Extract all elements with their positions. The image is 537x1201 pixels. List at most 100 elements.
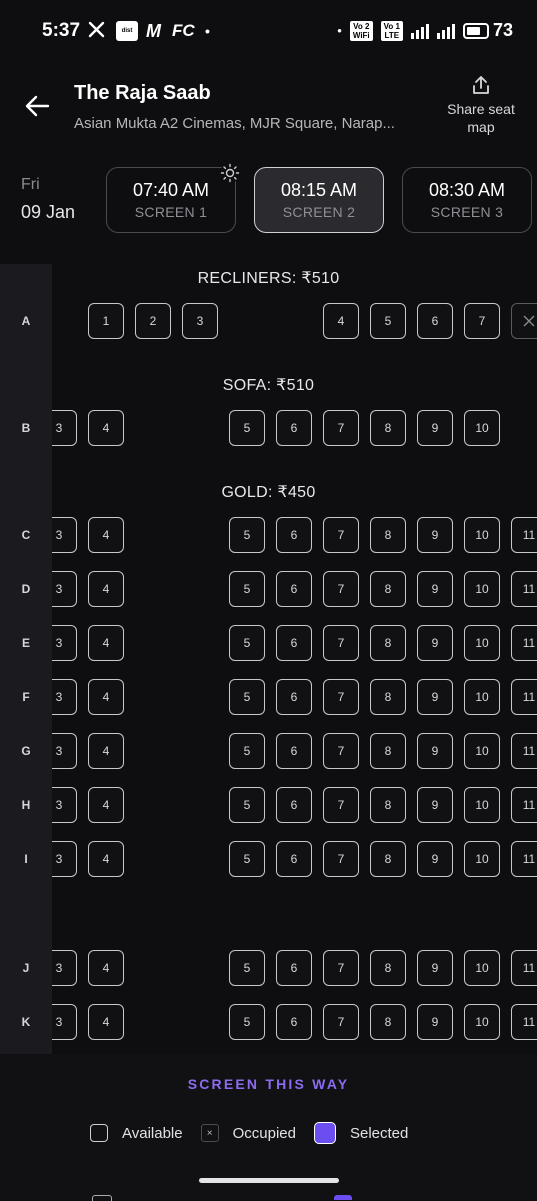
row-label: K xyxy=(21,1015,31,1029)
seat-H8[interactable]: 8 xyxy=(370,787,406,823)
seat-J9[interactable]: 9 xyxy=(417,950,453,986)
seat-G11[interactable]: 11 xyxy=(511,733,537,769)
seat-E7[interactable]: 7 xyxy=(323,625,359,661)
seat-K4[interactable]: 4 xyxy=(88,1004,124,1040)
legend-occupied-label: Occupied xyxy=(232,1124,296,1142)
seat-K8[interactable]: 8 xyxy=(370,1004,406,1040)
seat-B9[interactable]: 9 xyxy=(417,410,453,446)
seat-E6[interactable]: 6 xyxy=(276,625,312,661)
seat-G10[interactable]: 10 xyxy=(464,733,500,769)
seat-A4[interactable]: 4 xyxy=(323,303,359,339)
seat-J10[interactable]: 10 xyxy=(464,950,500,986)
seat-E8[interactable]: 8 xyxy=(370,625,406,661)
seat-G5[interactable]: 5 xyxy=(229,733,265,769)
seat-B8[interactable]: 8 xyxy=(370,410,406,446)
seat-H6[interactable]: 6 xyxy=(276,787,312,823)
home-indicator[interactable] xyxy=(199,1178,339,1183)
seat-F5[interactable]: 5 xyxy=(229,679,265,715)
seat-A3[interactable]: 3 xyxy=(182,303,218,339)
seat-F6[interactable]: 6 xyxy=(276,679,312,715)
seat-C5[interactable]: 5 xyxy=(229,517,265,553)
seat-D9[interactable]: 9 xyxy=(417,571,453,607)
seat-A1[interactable]: 1 xyxy=(88,303,124,339)
seat-I6[interactable]: 6 xyxy=(276,841,312,877)
seat-F9[interactable]: 9 xyxy=(417,679,453,715)
row-label: G xyxy=(21,744,31,758)
seat-E11[interactable]: 11 xyxy=(511,625,537,661)
seat-C8[interactable]: 8 xyxy=(370,517,406,553)
seat-J8[interactable]: 8 xyxy=(370,950,406,986)
seat-C4[interactable]: 4 xyxy=(88,517,124,553)
close-icon xyxy=(523,315,535,327)
seat-I7[interactable]: 7 xyxy=(323,841,359,877)
seat-K9[interactable]: 9 xyxy=(417,1004,453,1040)
row-label: A xyxy=(21,314,31,328)
seat-K6[interactable]: 6 xyxy=(276,1004,312,1040)
seat-E10[interactable]: 10 xyxy=(464,625,500,661)
seat-C6[interactable]: 6 xyxy=(276,517,312,553)
bottom-panel: SCREEN THIS WAY Available × Occupied Sel… xyxy=(0,1054,537,1201)
seat-E5[interactable]: 5 xyxy=(229,625,265,661)
seat-G7[interactable]: 7 xyxy=(323,733,359,769)
seat-K5[interactable]: 5 xyxy=(229,1004,265,1040)
seat-K10[interactable]: 10 xyxy=(464,1004,500,1040)
seat-J6[interactable]: 6 xyxy=(276,950,312,986)
seat-D5[interactable]: 5 xyxy=(229,571,265,607)
seat-I8[interactable]: 8 xyxy=(370,841,406,877)
seat-A7[interactable]: 7 xyxy=(464,303,500,339)
seat-C9[interactable]: 9 xyxy=(417,517,453,553)
selected-seat-icon xyxy=(334,1195,352,1200)
seat-F10[interactable]: 10 xyxy=(464,679,500,715)
seat-B6[interactable]: 6 xyxy=(276,410,312,446)
seat-G8[interactable]: 8 xyxy=(370,733,406,769)
seat-G4[interactable]: 4 xyxy=(88,733,124,769)
seat-H4[interactable]: 4 xyxy=(88,787,124,823)
seat-B7[interactable]: 7 xyxy=(323,410,359,446)
seat-H9[interactable]: 9 xyxy=(417,787,453,823)
seat-B4[interactable]: 4 xyxy=(88,410,124,446)
seat-A5[interactable]: 5 xyxy=(370,303,406,339)
seat-H11[interactable]: 11 xyxy=(511,787,537,823)
legend-available-label: Available xyxy=(122,1124,183,1142)
seat-I11[interactable]: 11 xyxy=(511,841,537,877)
seat-J7[interactable]: 7 xyxy=(323,950,359,986)
seat-D11[interactable]: 11 xyxy=(511,571,537,607)
seat-A6[interactable]: 6 xyxy=(417,303,453,339)
seat-B10[interactable]: 10 xyxy=(464,410,500,446)
seat-H5[interactable]: 5 xyxy=(229,787,265,823)
seat-E4[interactable]: 4 xyxy=(88,625,124,661)
seat-H10[interactable]: 10 xyxy=(464,787,500,823)
seat-K11[interactable]: 11 xyxy=(511,1004,537,1040)
seat-A2[interactable]: 2 xyxy=(135,303,171,339)
seat-C10[interactable]: 10 xyxy=(464,517,500,553)
seat-I4[interactable]: 4 xyxy=(88,841,124,877)
seat-J11[interactable]: 11 xyxy=(511,950,537,986)
seat-E9[interactable]: 9 xyxy=(417,625,453,661)
seat-D6[interactable]: 6 xyxy=(276,571,312,607)
seat-F11[interactable]: 11 xyxy=(511,679,537,715)
seat-H7[interactable]: 7 xyxy=(323,787,359,823)
seat-I10[interactable]: 10 xyxy=(464,841,500,877)
selected-seat-icon xyxy=(313,1122,336,1144)
seat-F7[interactable]: 7 xyxy=(323,679,359,715)
seat-F8[interactable]: 8 xyxy=(370,679,406,715)
seat-D7[interactable]: 7 xyxy=(323,571,359,607)
seat-B5[interactable]: 5 xyxy=(229,410,265,446)
row-label: F xyxy=(22,690,30,704)
seat-I9[interactable]: 9 xyxy=(417,841,453,877)
row-label: D xyxy=(21,582,31,596)
seat-D4[interactable]: 4 xyxy=(88,571,124,607)
seat-J4[interactable]: 4 xyxy=(88,950,124,986)
seat-G9[interactable]: 9 xyxy=(417,733,453,769)
seat-J5[interactable]: 5 xyxy=(229,950,265,986)
seat-D10[interactable]: 10 xyxy=(464,571,500,607)
screen-this-way-label: SCREEN THIS WAY xyxy=(187,1076,350,1092)
seat-K7[interactable]: 7 xyxy=(323,1004,359,1040)
seat-C11[interactable]: 11 xyxy=(511,517,537,553)
seat-C7[interactable]: 7 xyxy=(323,517,359,553)
seat-G6[interactable]: 6 xyxy=(276,733,312,769)
seat-F4[interactable]: 4 xyxy=(88,679,124,715)
row-label: E xyxy=(21,636,30,650)
seat-I5[interactable]: 5 xyxy=(229,841,265,877)
seat-D8[interactable]: 8 xyxy=(370,571,406,607)
